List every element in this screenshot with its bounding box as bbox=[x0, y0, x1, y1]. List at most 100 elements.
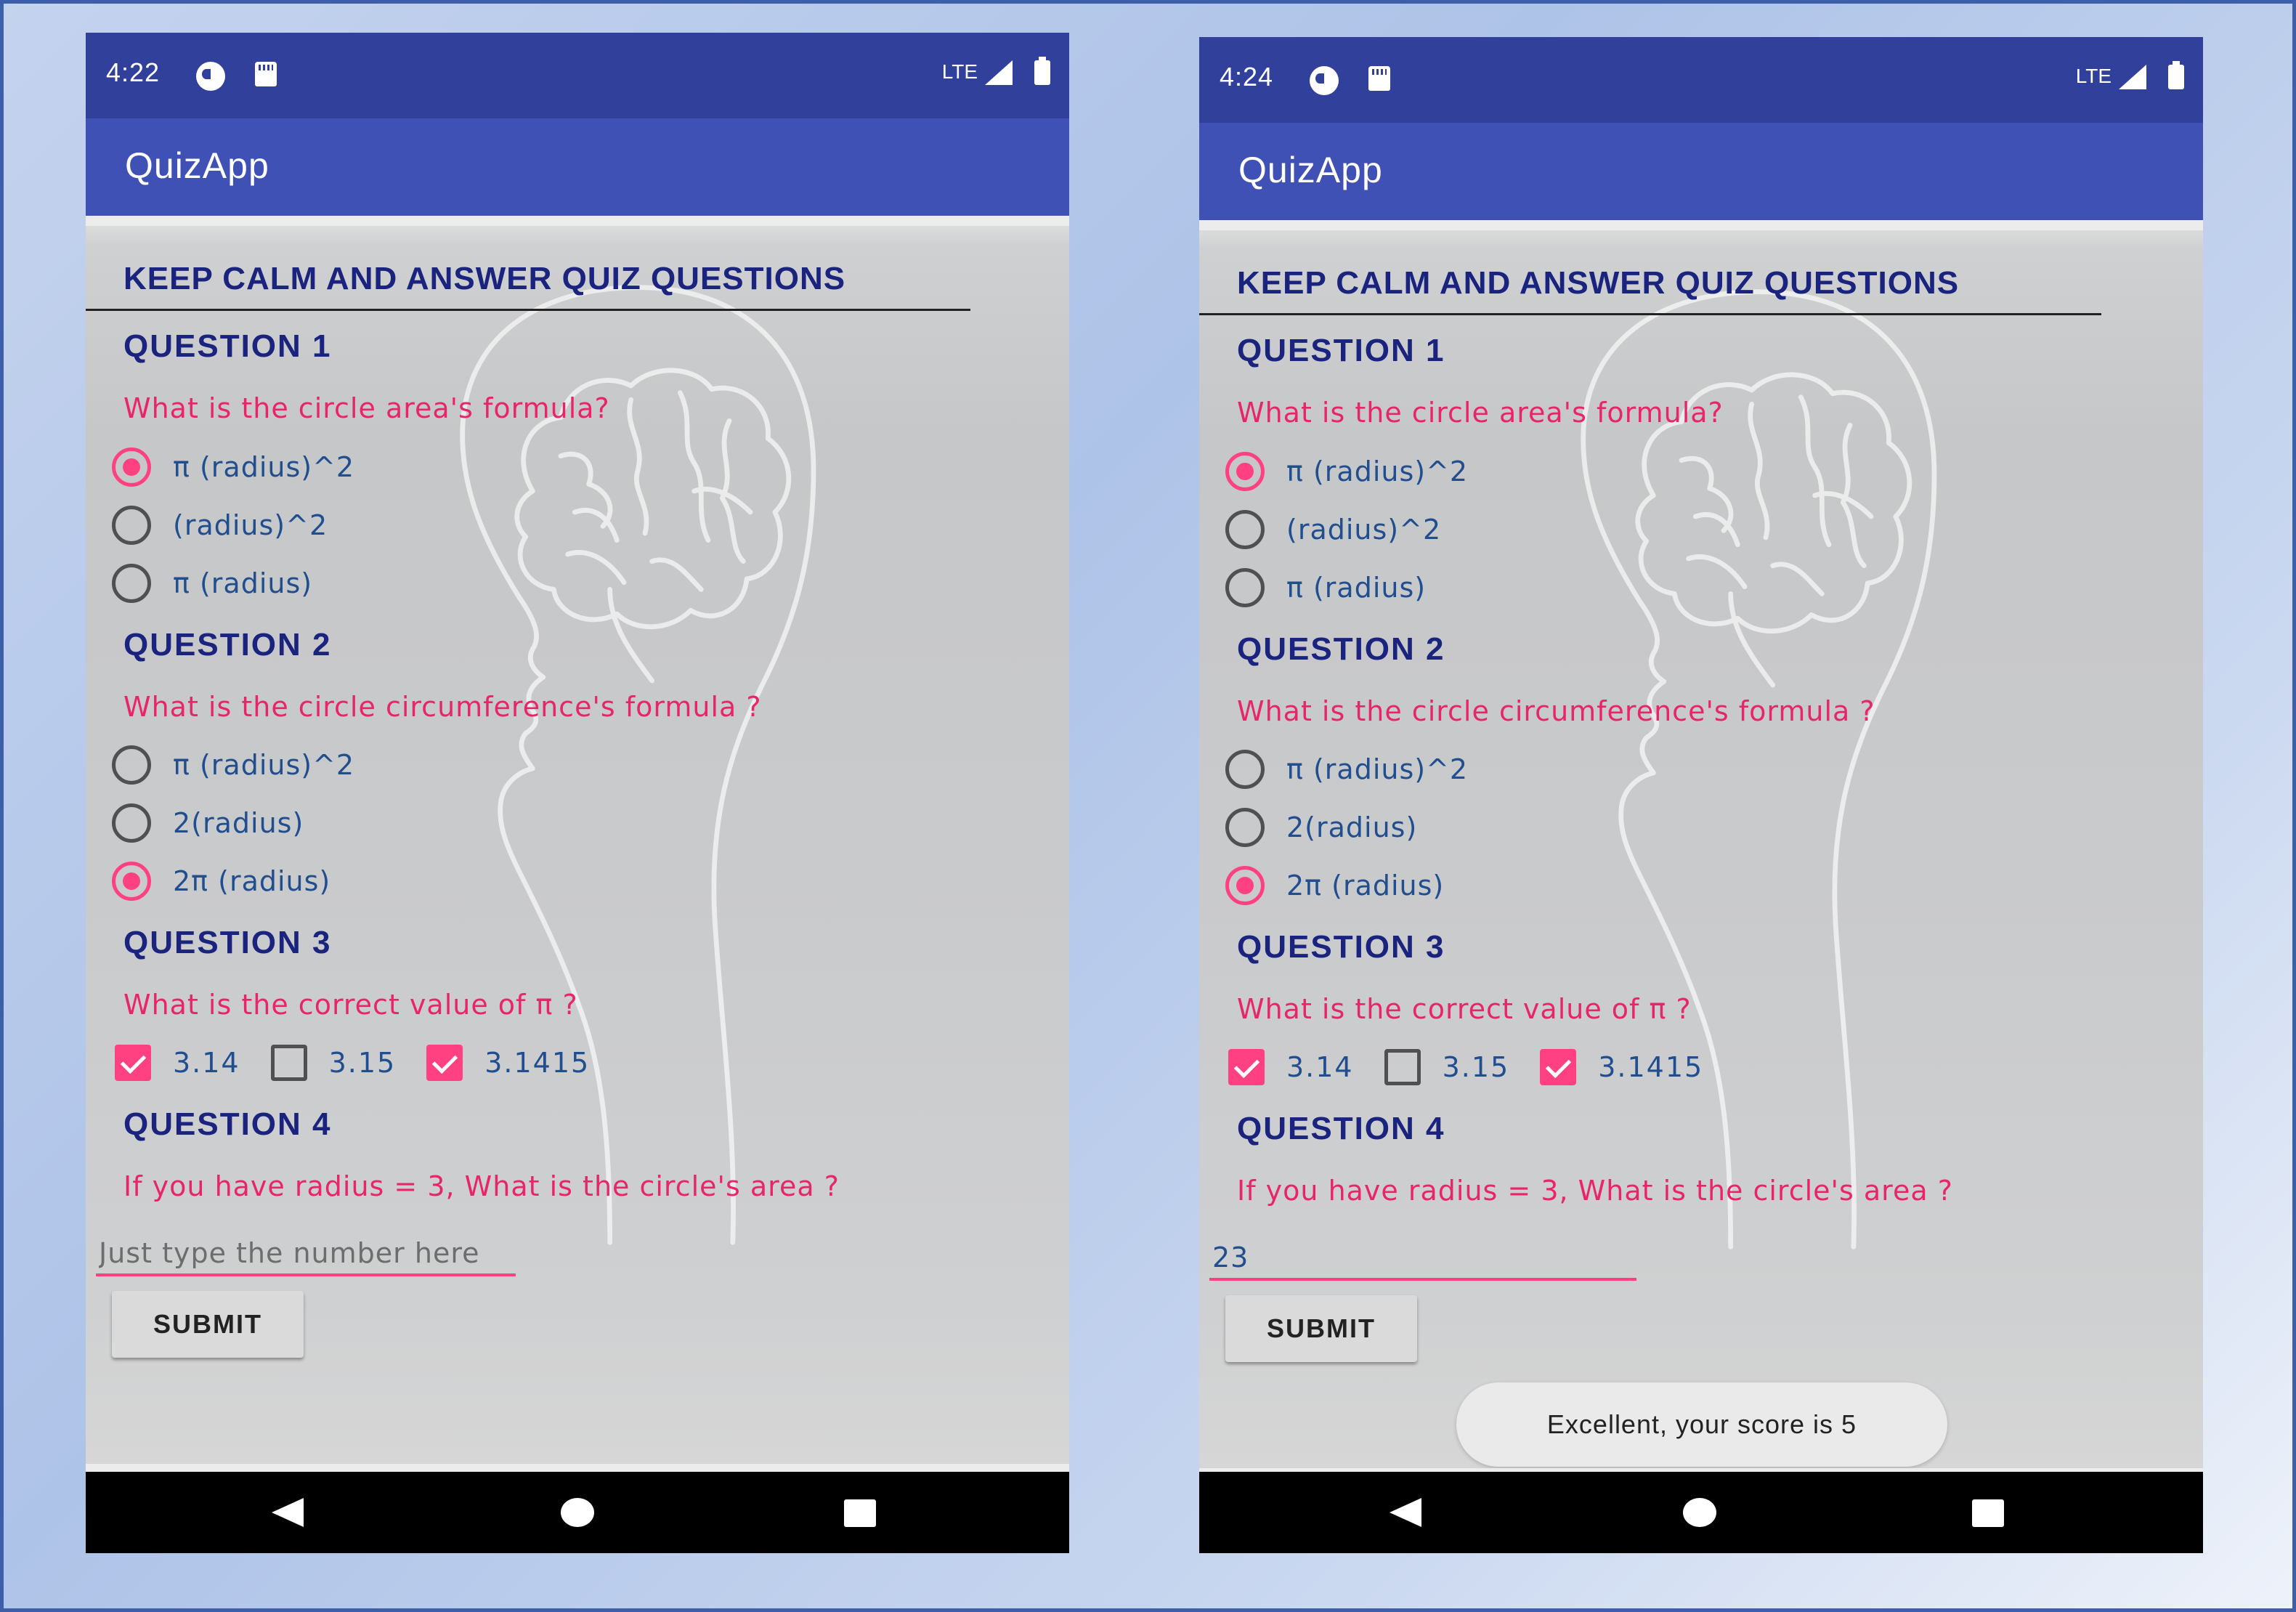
radio-button[interactable] bbox=[112, 506, 151, 545]
q1-option-3[interactable]: π (radius) bbox=[1225, 567, 1426, 608]
option-label: π (radius)^2 bbox=[1286, 455, 1469, 487]
radio-button[interactable] bbox=[1225, 568, 1265, 607]
option-label: 2(radius) bbox=[1286, 811, 1418, 843]
checkbox-label: 3.1415 bbox=[484, 1047, 591, 1079]
q3-checkbox-group: 3.14 3.15 3.1415 bbox=[115, 1042, 620, 1083]
checkbox[interactable] bbox=[270, 1045, 307, 1081]
app-title: QuizApp bbox=[125, 145, 269, 186]
q3-checkbox-group: 3.14 3.15 3.1415 bbox=[1228, 1047, 1734, 1088]
q1-option-3[interactable]: π (radius) bbox=[112, 563, 312, 604]
nav-recents-icon[interactable] bbox=[844, 1499, 876, 1527]
option-label: 2π (radius) bbox=[173, 865, 331, 897]
option-label: π (radius) bbox=[1286, 572, 1427, 604]
status-time: 4:22 bbox=[106, 57, 161, 87]
quiz-content[interactable]: KEEP CALM AND ANSWER QUIZ QUESTIONS QUES… bbox=[86, 216, 1069, 1464]
battery-icon bbox=[1034, 57, 1050, 85]
option-label: (radius)^2 bbox=[173, 509, 328, 541]
checkbox-label: 3.1415 bbox=[1598, 1051, 1704, 1083]
checkbox-label: 3.14 bbox=[173, 1047, 240, 1079]
question-1-text: What is the circle area's formula? bbox=[123, 392, 610, 424]
q2-option-1[interactable]: π (radius)^2 bbox=[112, 745, 354, 785]
radio-button[interactable] bbox=[1225, 510, 1265, 549]
q1-option-1[interactable]: π (radius)^2 bbox=[112, 447, 354, 487]
app-bar: QuizApp bbox=[86, 118, 1069, 216]
question-2-title: QUESTION 2 bbox=[123, 627, 332, 663]
nav-back-icon[interactable] bbox=[1390, 1498, 1421, 1527]
option-label: 2(radius) bbox=[173, 807, 304, 839]
page-heading: KEEP CALM AND ANSWER QUIZ QUESTIONS bbox=[123, 261, 846, 296]
q2-option-3[interactable]: 2π (radius) bbox=[1225, 865, 1444, 906]
question-2-title: QUESTION 2 bbox=[1237, 631, 1445, 667]
question-4-text: If you have radius = 3, What is the circ… bbox=[123, 1170, 840, 1202]
checkbox-checked[interactable] bbox=[1540, 1049, 1577, 1085]
phone-screen-left: 4:22 LTE QuizApp KEEP CALM AND ANSWER QU… bbox=[86, 33, 1069, 1553]
option-label: π (radius)^2 bbox=[173, 749, 355, 781]
radio-button[interactable] bbox=[1225, 750, 1265, 789]
radio-button-selected[interactable] bbox=[1225, 866, 1265, 905]
checkbox-label: 3.14 bbox=[1286, 1051, 1354, 1083]
checkbox-checked[interactable] bbox=[115, 1045, 151, 1081]
q2-option-2[interactable]: 2(radius) bbox=[112, 803, 304, 843]
status-time: 4:24 bbox=[1220, 62, 1274, 92]
question-3-text: What is the correct value of π ? bbox=[123, 989, 578, 1021]
radio-button[interactable] bbox=[112, 564, 151, 603]
radio-button[interactable] bbox=[112, 803, 151, 843]
radio-button-selected[interactable] bbox=[112, 447, 151, 487]
checkbox-label: 3.15 bbox=[328, 1047, 397, 1079]
q1-option-1[interactable]: π (radius)^2 bbox=[1225, 451, 1468, 492]
q2-option-1[interactable]: π (radius)^2 bbox=[1225, 749, 1468, 790]
q2-option-3[interactable]: 2π (radius) bbox=[112, 861, 330, 902]
network-type: LTE bbox=[2075, 65, 2112, 87]
battery-icon bbox=[2168, 61, 2184, 89]
checkbox-checked[interactable] bbox=[1228, 1049, 1265, 1085]
option-label: π (radius)^2 bbox=[1286, 753, 1469, 785]
checkbox-label: 3.15 bbox=[1442, 1051, 1510, 1083]
page-heading: KEEP CALM AND ANSWER QUIZ QUESTIONS bbox=[1237, 265, 1960, 301]
checkbox-checked[interactable] bbox=[426, 1045, 463, 1081]
radio-button[interactable] bbox=[1225, 808, 1265, 847]
phone-screen-right: 4:24 LTE QuizApp KEEP CALM AND ANSWER QU… bbox=[1199, 37, 2203, 1553]
radio-button[interactable] bbox=[112, 745, 151, 785]
sd-card-icon bbox=[255, 62, 277, 86]
answer-input[interactable] bbox=[1209, 1237, 1636, 1281]
navigation-bar bbox=[86, 1472, 1069, 1553]
signal-icon bbox=[2119, 65, 2146, 89]
heading-divider bbox=[1199, 313, 2101, 315]
submit-button[interactable]: SUBMIT bbox=[1225, 1295, 1417, 1362]
option-label: π (radius)^2 bbox=[173, 451, 355, 483]
option-label: 2π (radius) bbox=[1286, 870, 1445, 902]
answer-input[interactable] bbox=[96, 1233, 516, 1276]
app-title: QuizApp bbox=[1238, 150, 1383, 190]
question-2-text: What is the circle circumference's formu… bbox=[123, 691, 762, 723]
network-type: LTE bbox=[941, 60, 978, 83]
status-bar: 4:22 LTE bbox=[86, 33, 1069, 118]
question-1-title: QUESTION 1 bbox=[123, 328, 332, 364]
app-bar: QuizApp bbox=[1199, 123, 2203, 220]
nav-back-icon[interactable] bbox=[272, 1498, 304, 1527]
question-3-title: QUESTION 3 bbox=[1237, 929, 1445, 965]
nav-home-icon[interactable] bbox=[561, 1498, 594, 1527]
sd-card-icon bbox=[1368, 66, 1390, 91]
status-bar: 4:24 LTE bbox=[1199, 37, 2203, 123]
question-2-text: What is the circle circumference's formu… bbox=[1237, 695, 1875, 727]
quiz-content[interactable]: KEEP CALM AND ANSWER QUIZ QUESTIONS QUES… bbox=[1199, 220, 2203, 1468]
heading-divider bbox=[86, 309, 970, 311]
nav-home-icon[interactable] bbox=[1683, 1498, 1716, 1527]
question-1-text: What is the circle area's formula? bbox=[1237, 397, 1724, 429]
submit-button[interactable]: SUBMIT bbox=[112, 1291, 304, 1358]
q1-option-2[interactable]: (radius)^2 bbox=[1225, 509, 1441, 550]
checkbox[interactable] bbox=[1384, 1049, 1421, 1085]
data-saver-icon bbox=[1310, 66, 1339, 95]
signal-icon bbox=[985, 60, 1013, 85]
q2-option-2[interactable]: 2(radius) bbox=[1225, 807, 1417, 848]
option-label: (radius)^2 bbox=[1286, 514, 1442, 546]
navigation-bar bbox=[1199, 1472, 2203, 1553]
nav-recents-icon[interactable] bbox=[1972, 1499, 2004, 1527]
score-toast: Excellent, your score is 5 bbox=[1456, 1382, 1947, 1467]
q1-option-2[interactable]: (radius)^2 bbox=[112, 505, 328, 546]
question-1-title: QUESTION 1 bbox=[1237, 333, 1445, 368]
question-3-text: What is the correct value of π ? bbox=[1237, 993, 1692, 1025]
question-4-text: If you have radius = 3, What is the circ… bbox=[1237, 1175, 1953, 1207]
radio-button-selected[interactable] bbox=[1225, 452, 1265, 491]
radio-button-selected[interactable] bbox=[112, 862, 151, 901]
